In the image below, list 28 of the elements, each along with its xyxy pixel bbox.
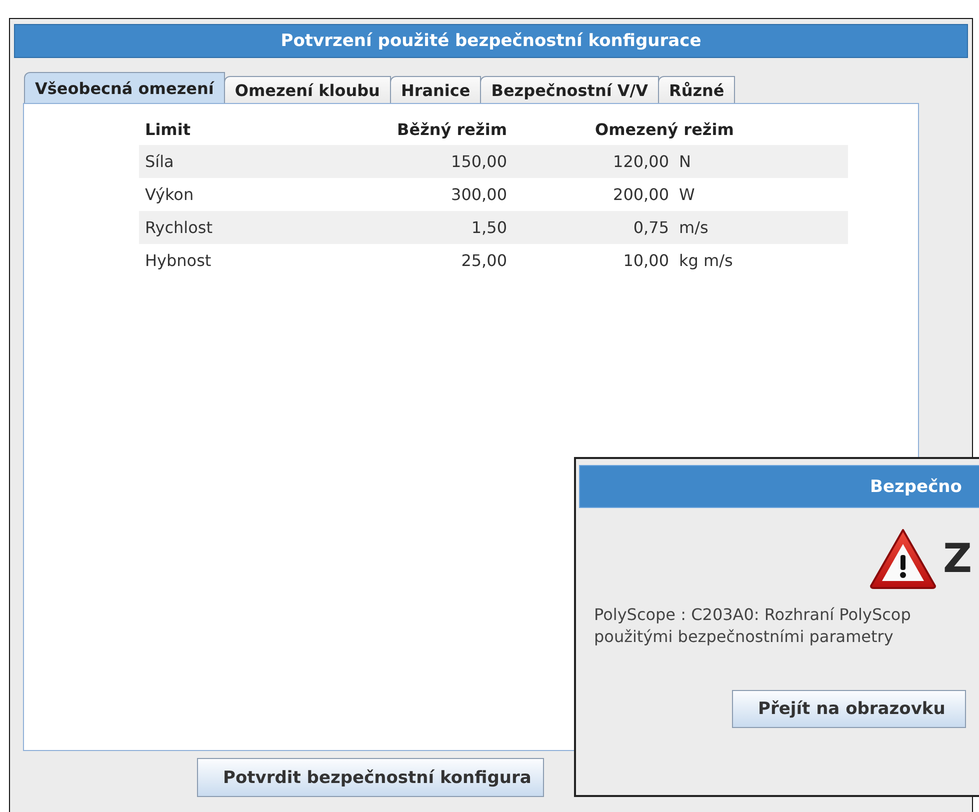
- table-cell: Rychlost: [139, 211, 331, 244]
- column-header: Omezený režim: [513, 114, 848, 145]
- column-header: Běžný režim: [331, 114, 513, 145]
- dialog-heading: Z: [943, 536, 972, 582]
- confirm-button[interactable]: Potvrdit bezpečnostní konfigura: [197, 758, 544, 797]
- tab[interactable]: Všeobecná omezení: [24, 72, 225, 103]
- table-cell: 25,00: [331, 244, 513, 277]
- tab[interactable]: Různé: [658, 76, 736, 103]
- column-header: Limit: [139, 114, 331, 145]
- table-cell: 150,00: [331, 145, 513, 178]
- table-cell: W: [675, 178, 848, 211]
- go-to-screen-button[interactable]: Přejít na obrazovku: [732, 690, 966, 728]
- table-cell: Výkon: [139, 178, 331, 211]
- table-cell: 1,50: [331, 211, 513, 244]
- dialog-title: Bezpečno: [579, 465, 979, 508]
- table-cell: N: [675, 145, 848, 178]
- table-cell: 300,00: [331, 178, 513, 211]
- table-cell: 10,00: [513, 244, 675, 277]
- window-title: Potvrzení použité bezpečnostní konfigurace: [14, 24, 968, 58]
- table-cell: Síla: [139, 145, 331, 178]
- table-cell: Hybnost: [139, 244, 331, 277]
- table-cell: m/s: [675, 211, 848, 244]
- warning-icon: [869, 528, 937, 590]
- table-cell: 120,00: [513, 145, 675, 178]
- table-cell: 0,75: [513, 211, 675, 244]
- table-cell: 200,00: [513, 178, 675, 211]
- table-cell: kg m/s: [675, 244, 848, 277]
- error-message: PolyScope : C203A0: Rozhraní PolyScop použitými bezpečnostními parametry: [594, 604, 912, 648]
